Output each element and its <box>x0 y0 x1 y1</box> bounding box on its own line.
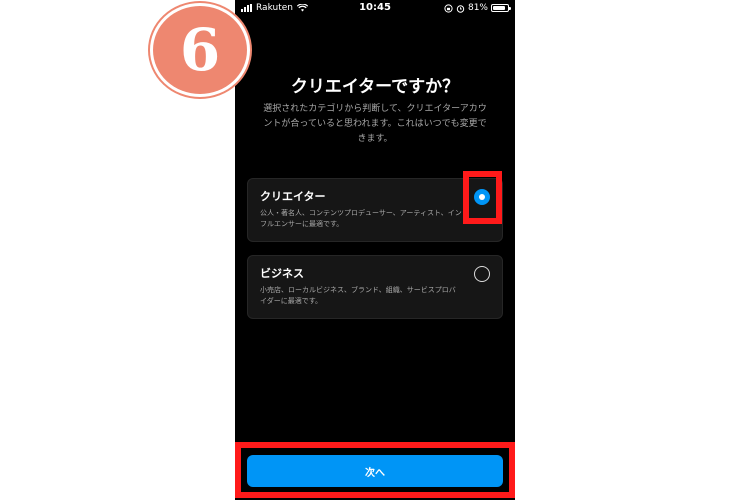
option-creator-title: クリエイター <box>260 190 326 203</box>
option-creator[interactable]: クリエイター 公人・著名人、コンテンツプロデューサー、アーティスト、インフルエン… <box>247 178 503 242</box>
radio-business[interactable] <box>474 266 490 282</box>
radio-creator-selected[interactable] <box>474 189 490 205</box>
option-business[interactable]: ビジネス 小売店、ローカルビジネス、ブランド、組織、サービスプロバイダーに最適で… <box>247 255 503 319</box>
status-right: 81% <box>444 3 511 13</box>
battery-icon <box>491 4 511 12</box>
page-description: 選択されたカテゴリから判断して、クリエイターアカウントが合っていると思われます。… <box>263 104 487 144</box>
step-number-badge: 6 <box>153 6 247 94</box>
step-number: 6 <box>179 16 221 84</box>
option-business-description: 小売店、ローカルビジネス、ブランド、組織、サービスプロバイダーに最適です。 <box>260 286 456 305</box>
battery-percent: 81% <box>467 3 488 13</box>
status-bar: Rakuten 10:45 81% <box>235 0 515 16</box>
phone-screen: Rakuten 10:45 81% クリエイターですか？ 選択されたカテゴリから… <box>235 0 515 500</box>
next-button[interactable]: 次へ <box>247 455 503 487</box>
alarm-icon <box>456 4 465 13</box>
orientation-lock-icon <box>444 3 453 13</box>
page-title: クリエイターですか？ <box>290 77 460 97</box>
option-business-title: ビジネス <box>260 267 304 280</box>
option-creator-description: 公人・著名人、コンテンツプロデューサー、アーティスト、インフルエンサーに最適です… <box>260 209 462 228</box>
